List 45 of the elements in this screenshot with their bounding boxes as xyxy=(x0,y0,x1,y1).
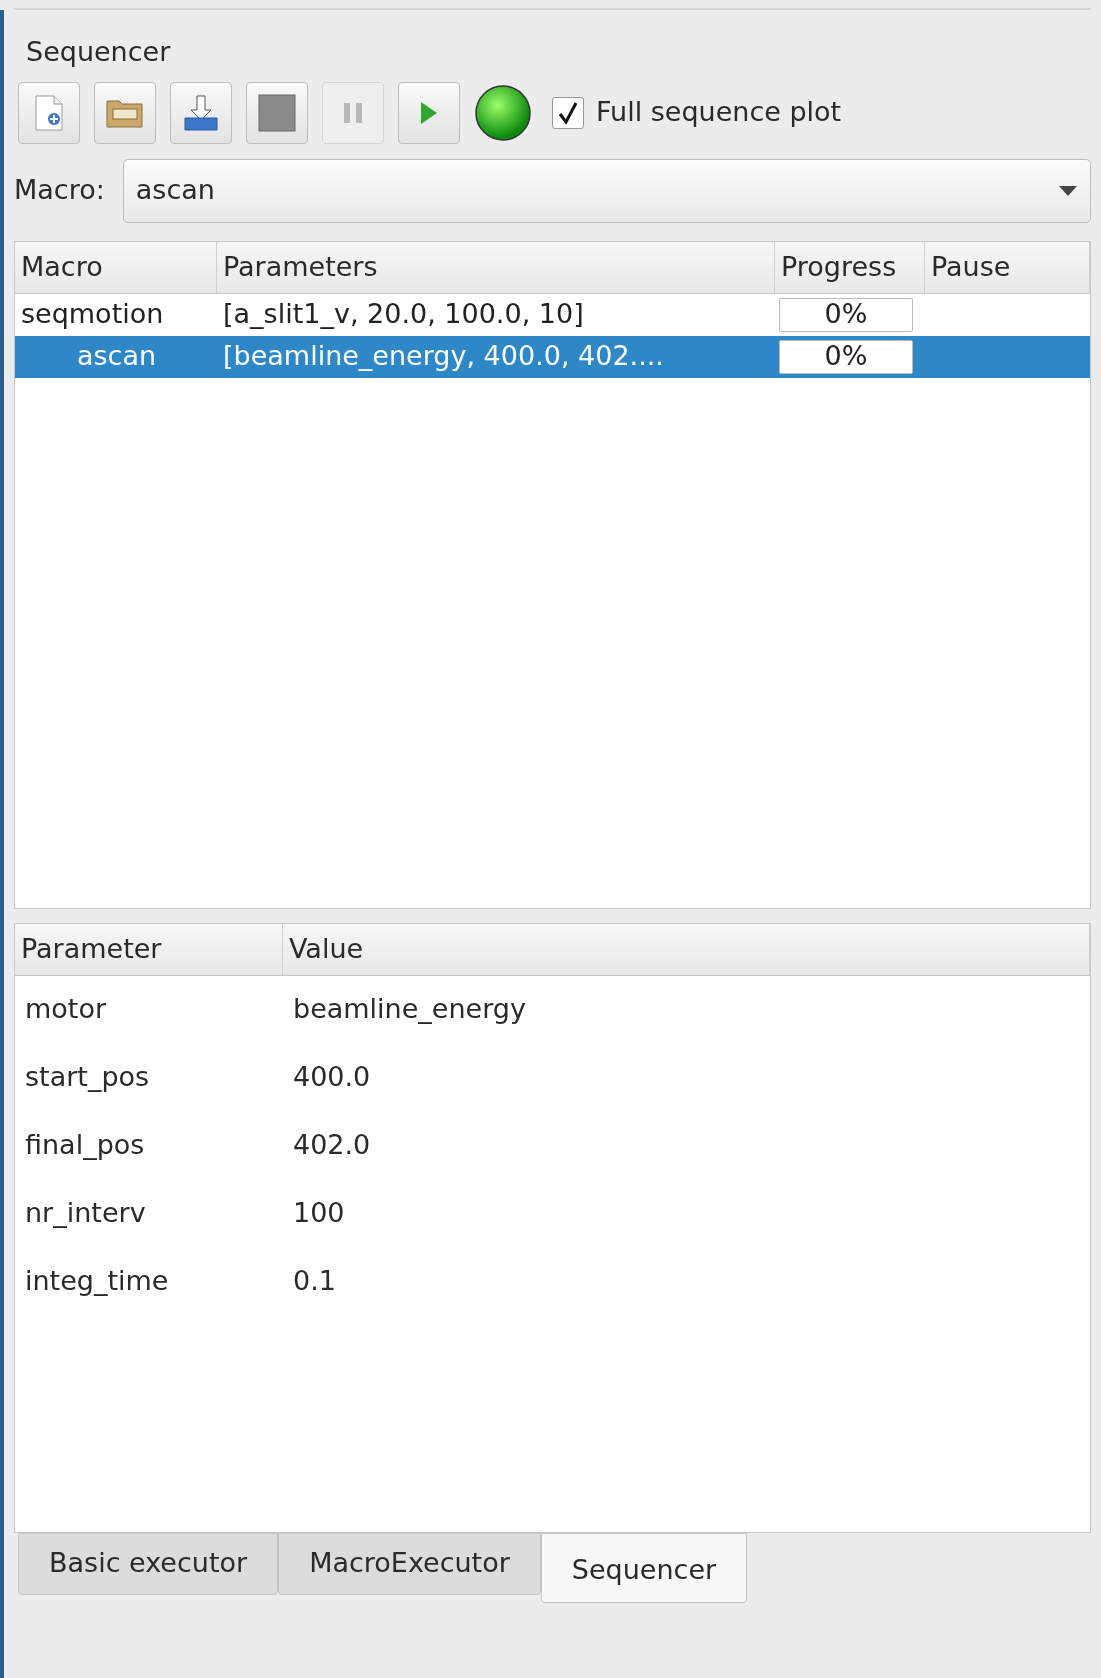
sequence-row[interactable]: seqmotion [a_slit1_v, 20.0, 100.0, 10] 0% xyxy=(15,293,1090,336)
play-button[interactable] xyxy=(398,81,460,144)
checkmark-icon xyxy=(557,100,579,125)
parameter-name-cell: motor xyxy=(25,993,107,1025)
macro-label: Macro: xyxy=(14,173,105,208)
stop-icon xyxy=(258,93,296,132)
tab[interactable]: Basic executor xyxy=(18,1532,279,1595)
macro-dropdown[interactable]: ascan xyxy=(122,158,1091,223)
parameters-cell: [a_slit1_v, 20.0, 100.0, 10] xyxy=(223,298,584,330)
parameter-value-cell: 400.0 xyxy=(293,1061,371,1093)
macro-cell: seqmotion xyxy=(21,298,164,330)
parameter-name-cell: integ_time xyxy=(25,1265,169,1297)
pause-icon xyxy=(342,100,364,125)
progress-text: 0% xyxy=(824,297,868,332)
column-header[interactable]: Parameters xyxy=(217,241,775,293)
sequence-row[interactable]: ascan [beamline_energy, 400.0, 402.... 0% xyxy=(15,335,1090,378)
panel-title: Sequencer xyxy=(26,36,171,67)
stop-button[interactable] xyxy=(246,81,308,144)
column-header[interactable]: Progress xyxy=(775,241,925,293)
tab[interactable]: MacroExecutor xyxy=(278,1532,541,1595)
checkbox[interactable] xyxy=(552,96,584,129)
checkbox-label: Full sequence plot xyxy=(596,95,842,130)
download-tray-icon xyxy=(183,93,219,132)
parameter-value-cell: 0.1 xyxy=(293,1265,336,1297)
progress-text: 0% xyxy=(824,339,868,374)
parameter-value-cell: 100 xyxy=(293,1197,345,1229)
parameter-value-cell: beamline_energy xyxy=(293,993,526,1025)
dropdown-caret-icon xyxy=(1058,184,1078,197)
save-button[interactable] xyxy=(170,81,232,144)
parameters-cell: [beamline_energy, 400.0, 402.... xyxy=(223,340,664,372)
column-header[interactable]: Parameter xyxy=(15,923,283,975)
column-header[interactable]: Pause xyxy=(925,241,1090,293)
parameter-name-cell: start_pos xyxy=(25,1061,150,1093)
new-document-icon xyxy=(34,94,64,131)
column-header[interactable]: Macro xyxy=(15,241,217,293)
parameter-value-cell: 402.0 xyxy=(293,1129,371,1161)
open-button[interactable] xyxy=(94,81,156,144)
macro-cell-text: ascan xyxy=(76,340,157,372)
dropdown-value: ascan xyxy=(135,173,215,208)
new-sequence-button[interactable] xyxy=(18,81,80,144)
parameter-name-cell: nr_interv xyxy=(25,1197,146,1229)
parameter-name-cell: final_pos xyxy=(25,1129,145,1161)
column-header[interactable]: Value xyxy=(283,923,1090,975)
tab[interactable]: Sequencer xyxy=(540,1532,748,1603)
play-icon xyxy=(419,99,439,126)
